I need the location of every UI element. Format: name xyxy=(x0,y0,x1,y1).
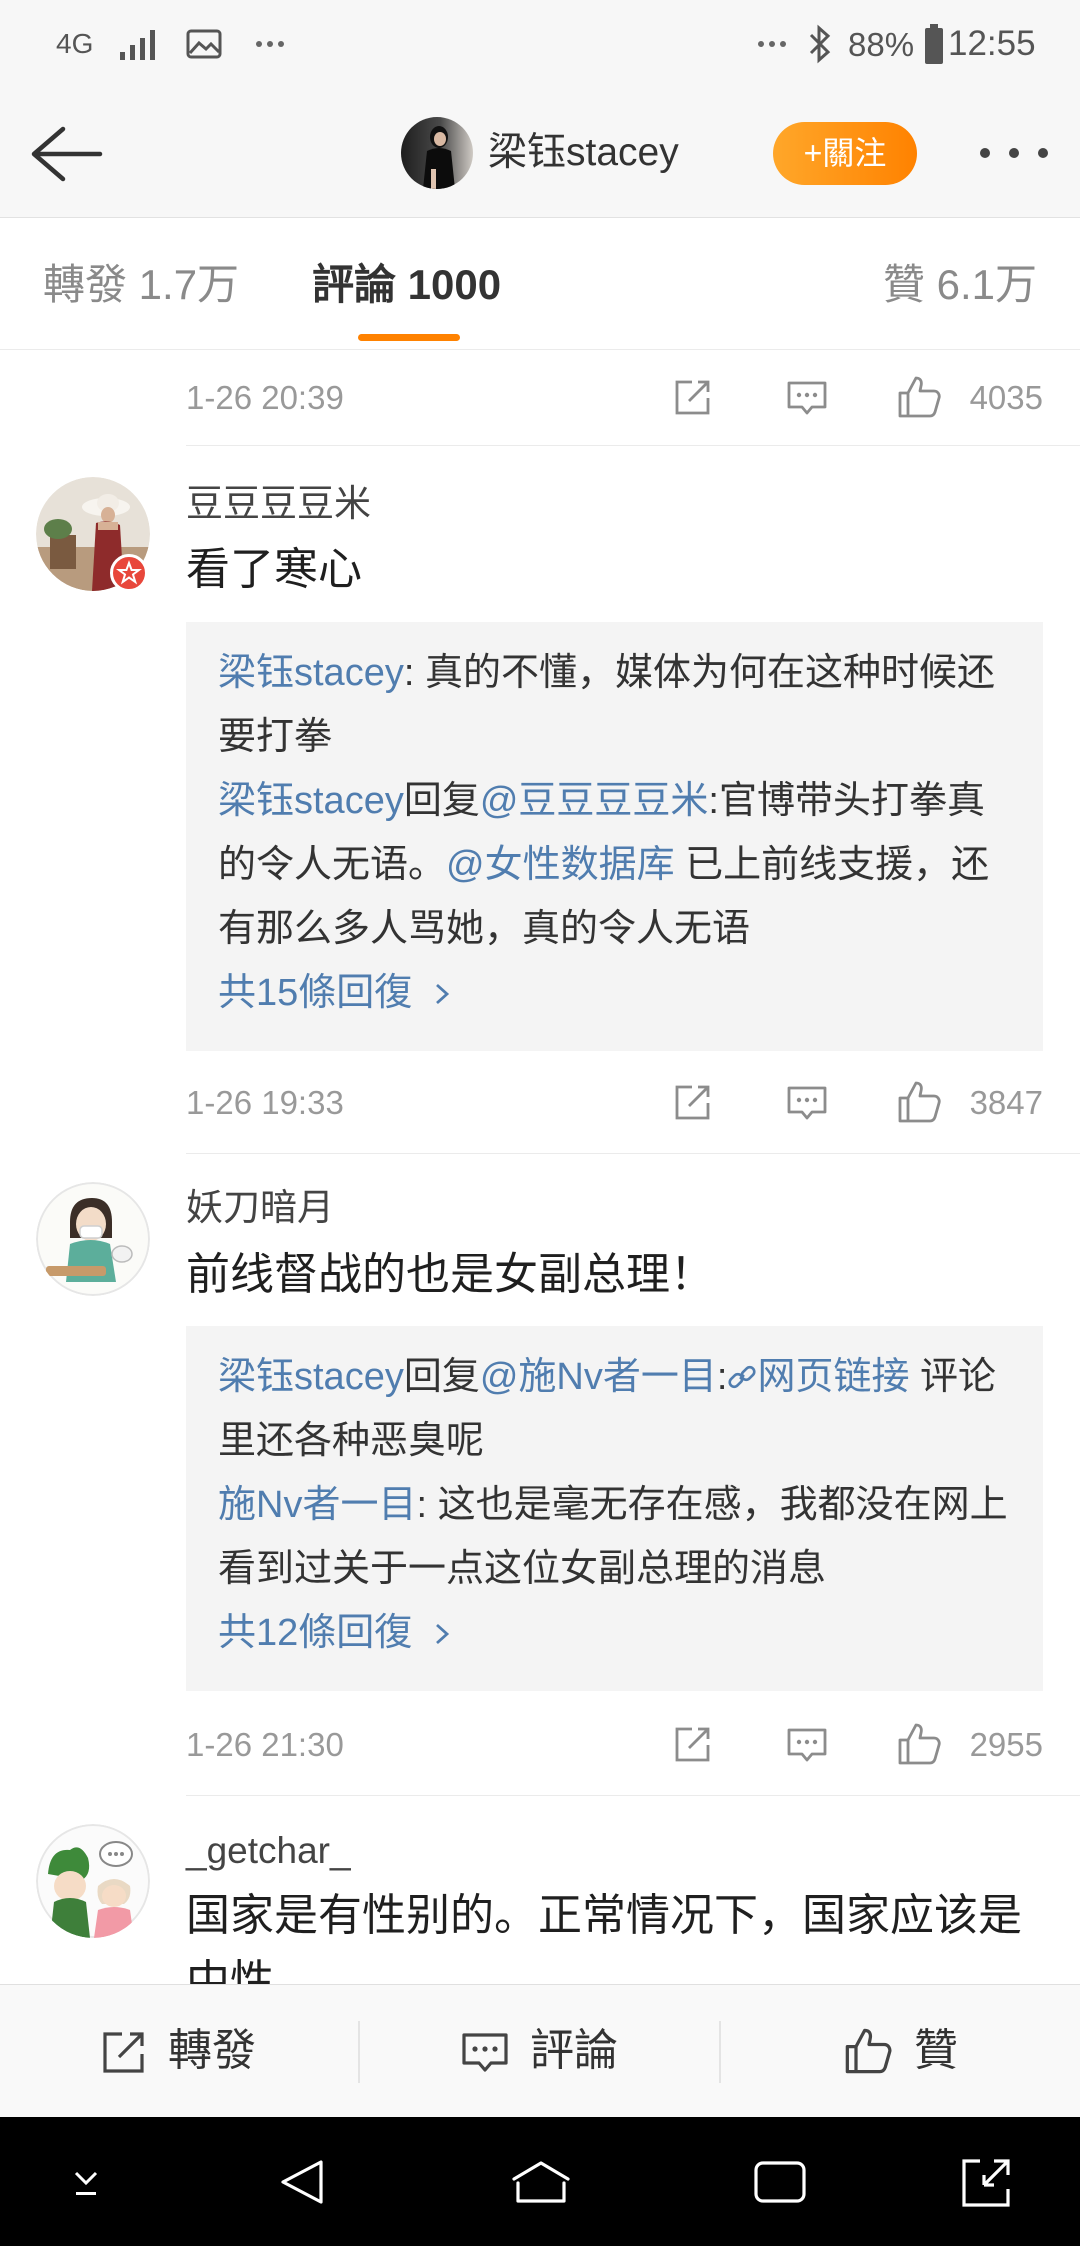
back-nav-icon[interactable] xyxy=(277,2157,327,2207)
clock: 12:55 xyxy=(948,24,1036,63)
hide-keyboard-icon[interactable] xyxy=(66,2165,106,2201)
active-tab-indicator xyxy=(358,334,460,341)
weibo-comments-screen: 4G 88% 12:55 梁钰stacey +關注 轉發 1.7万 評論 100… xyxy=(0,0,1080,2246)
reply-text: 回复 xyxy=(403,780,480,822)
more-replies-link[interactable]: 共15條回復 xyxy=(218,961,1010,1025)
comment-divider xyxy=(186,445,1080,446)
status-bar: 4G 88% 12:55 xyxy=(0,0,1080,89)
profile-avatar[interactable] xyxy=(401,117,473,189)
profile-name[interactable]: 梁钰stacey xyxy=(488,123,679,183)
bottom-action-bar: 轉發 評論 贊 xyxy=(0,1984,1080,2117)
comment-icon[interactable] xyxy=(785,1081,829,1125)
more-replies-link[interactable]: 共12條回復 xyxy=(218,1601,1010,1665)
comment-username[interactable]: _getchar_ xyxy=(186,1829,351,1873)
comment-username[interactable]: 妖刀暗月 xyxy=(186,1186,334,1230)
like-icon[interactable] xyxy=(896,1720,944,1768)
comment-icon xyxy=(462,2033,508,2072)
mention-link[interactable]: @施Nv者一目 xyxy=(480,1356,717,1398)
comment-text: 国家是有性别的。正常情况下，国家应该是中性。 xyxy=(186,1891,1022,1984)
avatar[interactable] xyxy=(36,1182,150,1296)
like-count: 4035 xyxy=(969,379,1043,416)
bluetooth-icon xyxy=(809,24,831,64)
chevron-right-icon xyxy=(435,983,449,1005)
like-count: 3847 xyxy=(969,1084,1043,1121)
share-icon[interactable] xyxy=(672,1723,714,1765)
chevron-right-icon xyxy=(435,1623,449,1645)
signal-icon xyxy=(120,30,155,60)
recent-apps-icon[interactable] xyxy=(753,2160,807,2204)
share-icon[interactable] xyxy=(672,376,714,418)
reply-preview-box[interactable]: 梁钰stacey: 真的不懂，媒体为何在这种时候还要打拳 梁钰stacey回复@… xyxy=(186,622,1043,1051)
reply-item: 施Nv者一目: 这也是毫无存在感，我都没在网上看到过关于一点这位女副总理的消息 xyxy=(218,1473,1010,1601)
comment-feed[interactable]: 1-26 20:39 4035 豆豆豆豆米 看了寒心 梁钰stacey: 真的不… xyxy=(0,350,1080,1984)
comment-label: 評論 xyxy=(530,2026,618,2075)
tab-comments[interactable]: 評論 1000 xyxy=(312,255,501,315)
notification-dots-icon xyxy=(256,41,286,49)
comment-timestamp: 1-26 19:33 xyxy=(186,1084,344,1121)
more-notifications-icon xyxy=(758,41,788,49)
comment-timestamp: 1-26 21:30 xyxy=(186,1726,344,1763)
avatar[interactable] xyxy=(36,1824,150,1938)
top-header: 梁钰stacey +關注 xyxy=(0,89,1080,218)
reply-author-link[interactable]: 梁钰stacey xyxy=(218,780,404,822)
back-arrow-icon[interactable] xyxy=(29,125,103,183)
comment-text: 前线督战的也是女副总理！ xyxy=(186,1250,714,1299)
more-dots-icon[interactable] xyxy=(975,148,1055,160)
bottom-bar-divider xyxy=(719,2021,721,2083)
battery-icon xyxy=(925,24,943,64)
comment-text: 看了寒心 xyxy=(186,545,362,594)
rotate-screen-icon[interactable] xyxy=(960,2157,1012,2209)
bottom-bar-divider xyxy=(358,2021,360,2083)
verified-badge xyxy=(110,554,148,592)
battery-percent: 88% xyxy=(848,26,915,63)
home-nav-icon[interactable] xyxy=(510,2159,572,2205)
system-nav-bar xyxy=(0,2117,1080,2246)
comment-action-row: 1-26 20:39 4035 xyxy=(0,363,1080,433)
reply-author-link[interactable]: 梁钰stacey xyxy=(218,652,404,694)
mention-link[interactable]: @女性数据库 xyxy=(446,844,675,886)
reply-text: 回复 xyxy=(403,1356,480,1398)
tab-reposts[interactable]: 轉發 1.7万 xyxy=(43,255,239,315)
follow-button[interactable]: +關注 xyxy=(773,122,917,185)
like-label: 贊 xyxy=(914,2026,958,2075)
reply-preview-box[interactable]: 梁钰stacey回复@施Nv者一目: 网页链接 评论里还各种恶臭呢 施Nv者一目… xyxy=(186,1326,1043,1691)
reply-item: 梁钰stacey回复@施Nv者一目: 网页链接 评论里还各种恶臭呢 xyxy=(218,1345,1010,1473)
share-icon[interactable] xyxy=(672,1081,714,1123)
gallery-icon xyxy=(186,29,222,59)
tab-likes[interactable]: 贊 6.1万 xyxy=(883,255,1037,315)
star-icon xyxy=(116,560,142,585)
reply-item: 梁钰stacey回复@豆豆豆豆米:官博带头打拳真的令人无语。@女性数据库 已上前… xyxy=(218,769,1010,961)
link-chain-icon xyxy=(728,1365,757,1389)
network-type: 4G xyxy=(56,28,94,59)
more-replies-label: 共12條回復 xyxy=(218,1612,413,1654)
comment-icon[interactable] xyxy=(785,1723,829,1767)
comment-divider xyxy=(186,1153,1080,1154)
repost-icon xyxy=(103,2032,144,2073)
like-count: 2955 xyxy=(969,1726,1043,1763)
like-icon xyxy=(845,2028,892,2074)
reply-item: 梁钰stacey: 真的不懂，媒体为何在这种时候还要打拳 xyxy=(218,641,1010,769)
repost-label: 轉發 xyxy=(168,2026,256,2075)
web-link[interactable]: 网页链接 xyxy=(757,1356,909,1398)
comment-timestamp: 1-26 20:39 xyxy=(186,379,344,416)
reply-author-link[interactable]: 梁钰stacey xyxy=(218,1356,404,1398)
comment-divider xyxy=(186,1795,1080,1796)
tab-bar: 轉發 1.7万 評論 1000 贊 6.1万 xyxy=(0,218,1080,350)
comment-username[interactable]: 豆豆豆豆米 xyxy=(186,482,371,526)
like-icon[interactable] xyxy=(896,1078,944,1126)
like-icon[interactable] xyxy=(896,373,944,421)
reply-author-link[interactable]: 施Nv者一目 xyxy=(218,1484,416,1526)
comment-icon[interactable] xyxy=(785,376,829,420)
more-replies-label: 共15條回復 xyxy=(218,972,413,1014)
comment-action-row: 1-26 19:33 3847 xyxy=(0,1068,1080,1138)
comment-action-row: 1-26 21:30 2955 xyxy=(0,1710,1080,1780)
reply-text: : xyxy=(716,1356,728,1398)
mention-link[interactable]: @豆豆豆豆米 xyxy=(480,780,709,822)
